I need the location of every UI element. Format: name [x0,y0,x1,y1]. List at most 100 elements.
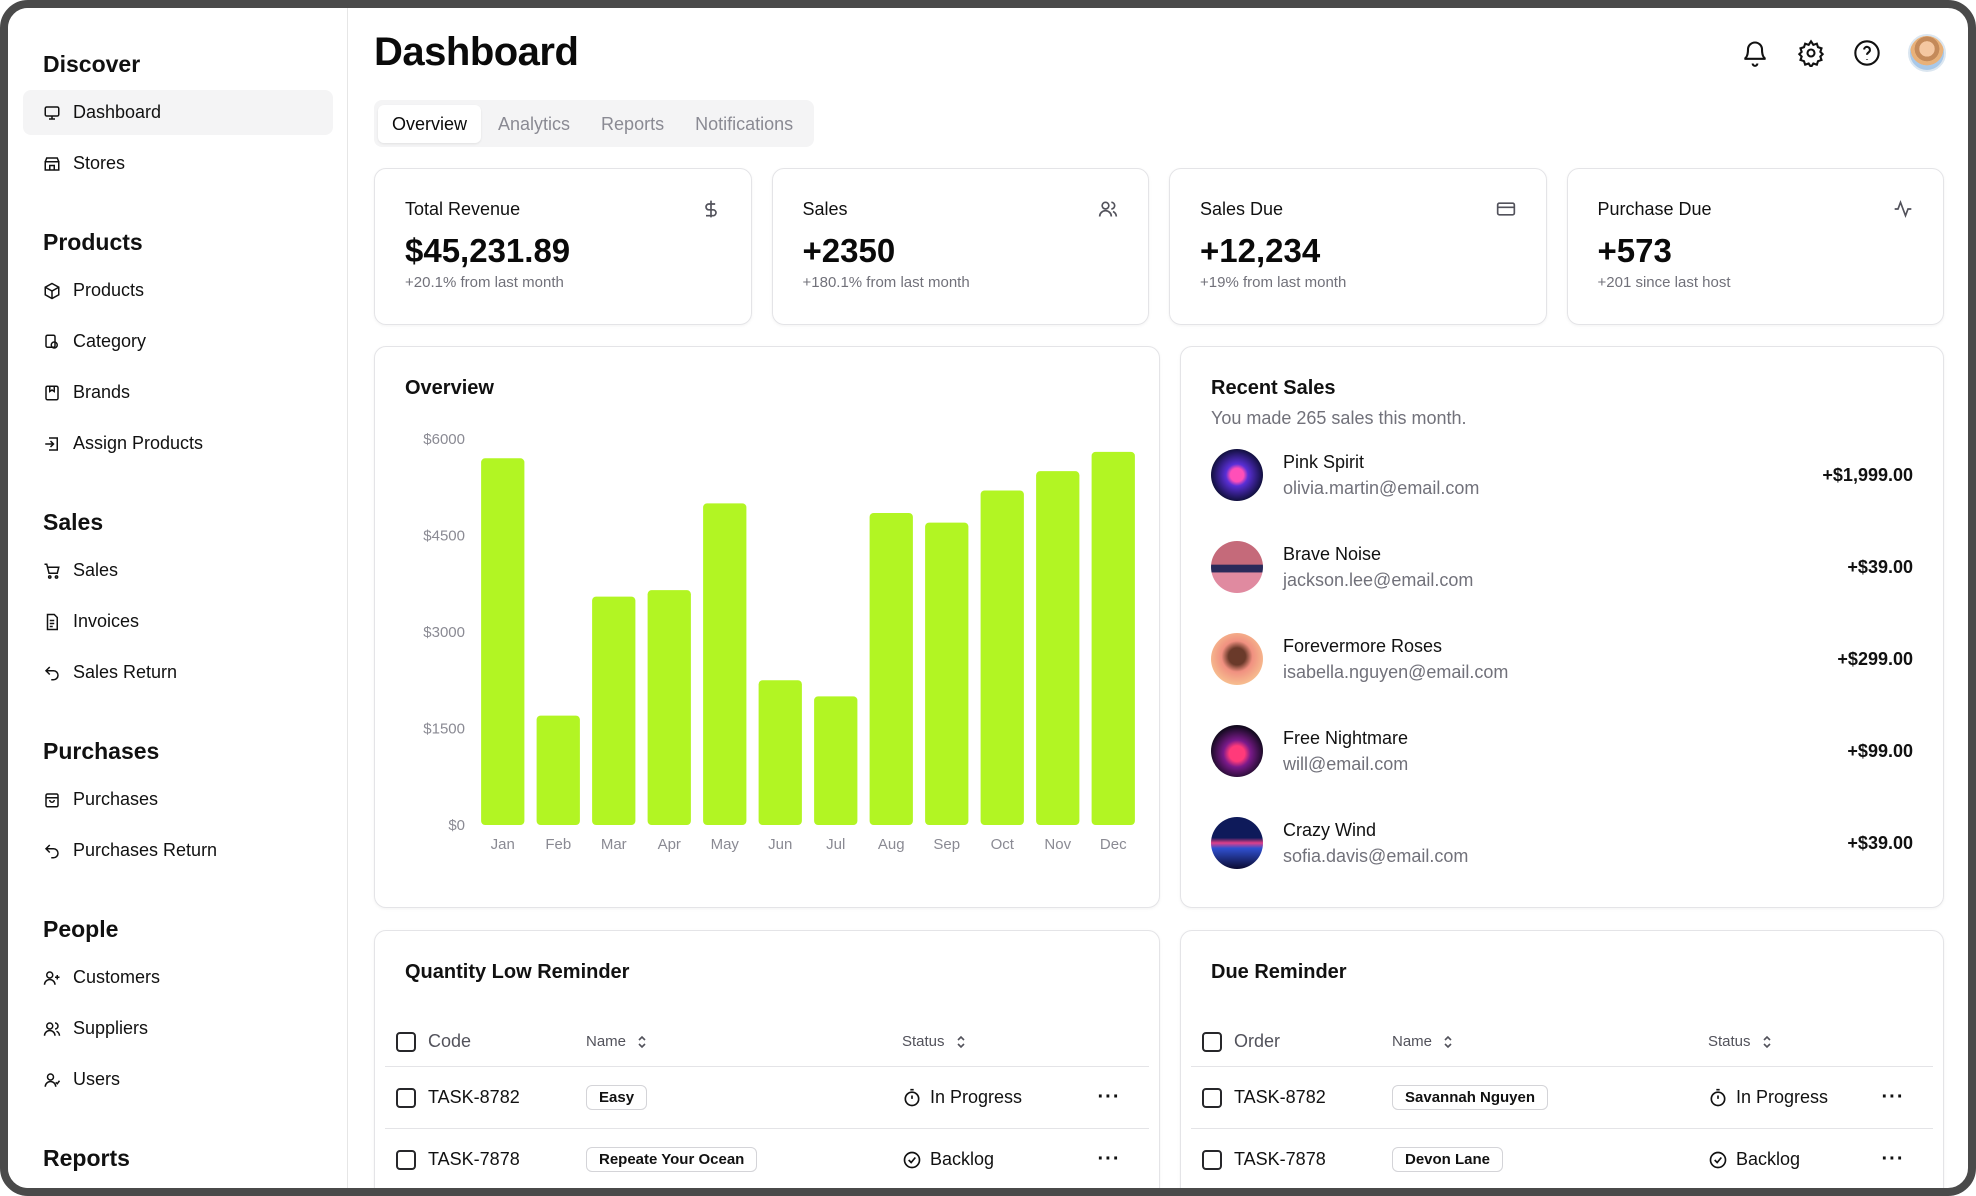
quantity-low-table: Code Name Status TASK-8782 Easy In Progr… [385,1017,1149,1188]
sidebar-group-discover: Discover Dashboard Stores [8,44,347,186]
return-icon [43,664,61,682]
list-item[interactable]: Forevermore Roses isabella.nguyen@email.… [1211,613,1913,705]
sidebar-item-label: Stores [73,153,126,173]
column-header-name[interactable]: Name [1392,1033,1708,1050]
more-options-button[interactable]: ··· [1089,1148,1129,1171]
stat-subtext: +20.1% from last month [405,274,564,291]
sidebar-item-users[interactable]: Users [23,1057,333,1102]
avatar[interactable] [1908,34,1946,72]
sidebar-item-dashboard[interactable]: Dashboard [23,90,333,135]
assign-icon [43,435,61,453]
tab-analytics[interactable]: Analytics [484,105,584,143]
check-circle-icon [1709,1151,1727,1168]
table-row: TASK-7878 Repeate Your Ocean Backlog ··· [385,1129,1149,1188]
sidebar: Discover Dashboard Stores Products Produ… [8,8,348,1188]
sidebar-heading: Discover [43,51,141,77]
sidebar-item-customers[interactable]: Customers [23,955,333,1000]
sidebar-item-purchases[interactable]: Purchases [23,777,333,822]
recent-sales-title: Recent Sales [1211,377,1336,399]
row-checkbox[interactable] [396,1087,416,1108]
bar-jun [758,680,802,825]
y-tick-label: $3000 [423,624,465,641]
sidebar-item-label: Category [73,331,147,351]
select-all-checkbox[interactable] [1202,1031,1222,1052]
bar-jul [814,696,858,825]
sidebar-item-brands[interactable]: Brands [23,370,333,415]
album-art-avatar [1211,449,1263,501]
tab-reports[interactable]: Reports [587,105,678,143]
stat-value: +573 [1597,232,1672,269]
stat-label: Purchase Due [1597,199,1712,219]
bell-icon[interactable] [1740,38,1770,68]
column-header-status[interactable]: Status [902,1033,1149,1050]
sidebar-item-label: Brands [73,382,131,402]
row-checkbox[interactable] [396,1149,416,1170]
sort-icon [1762,1035,1771,1048]
table-row: TASK-7878 Devon Lane Backlog ··· [1191,1129,1933,1188]
user-plus-icon [43,969,61,987]
due-reminder-title: Due Reminder [1211,961,1347,983]
stat-cards: Total Revenue $45,231.89 +20.1% from las… [374,168,1944,325]
invoice-icon [43,613,61,631]
sort-icon [638,1035,646,1048]
select-all-checkbox[interactable] [396,1031,416,1052]
y-tick-label: $4500 [423,528,465,545]
tab-notifications[interactable]: Notifications [681,105,807,143]
row-checkbox[interactable] [1202,1087,1222,1108]
help-icon[interactable] [1852,38,1882,68]
sidebar-item-sales[interactable]: Sales [23,548,333,593]
sidebar-item-label: Assign Products [73,433,204,453]
due-reminder-table: Order Name Status TASK-8782 Savannah Ngu… [1191,1017,1933,1188]
column-header-status[interactable]: Status [1708,1033,1933,1050]
main-content: Dashboard Overview Analytics Reports Not… [348,8,1968,1188]
stat-subtext: +19% from last month [1200,274,1347,291]
sidebar-item-assign-products[interactable]: Assign Products [23,421,333,466]
list-item[interactable]: Free Nightmare will@email.com +$99.00 [1211,705,1913,797]
stat-subtext: +180.1% from last month [802,274,970,291]
gear-icon[interactable] [1796,38,1826,68]
row-checkbox[interactable] [1202,1149,1222,1170]
bar-dec [1091,451,1135,825]
column-header-name[interactable]: Name [586,1033,902,1050]
list-item[interactable]: Crazy Wind sofia.davis@email.com +$39.00 [1211,797,1913,889]
more-options-button[interactable]: ··· [1873,1148,1913,1171]
sidebar-item-stores[interactable]: Stores [23,141,333,186]
dollar-icon [704,200,717,218]
overview-bar-chart: $6000 $4500 $3000 $1500 $0 Jan Feb Mar Apr May Jun… [423,431,1135,853]
stat-value: +2350 [802,232,896,269]
sidebar-group-sales: Sales Sales Invoices Sales Return [8,502,347,695]
column-header-label: Status [902,1033,945,1050]
tab-overview[interactable]: Overview [378,104,482,143]
sidebar-item-invoices[interactable]: Invoices [23,599,333,644]
sidebar-item-sales-return[interactable]: Sales Return [23,650,333,695]
x-tick-label: Mar [601,836,627,853]
stat-label: Sales Due [1200,199,1284,219]
sidebar-item-products[interactable]: Products [23,268,333,313]
stat-card-sales-due: Sales Due +12,234 +19% from last month [1169,168,1547,325]
bar-jan [481,458,525,825]
sidebar-item-suppliers[interactable]: Suppliers [23,1006,333,1051]
sidebar-item-category[interactable]: Category [23,319,333,364]
x-tick-label: Dec [1100,836,1127,853]
users-icon [43,1020,61,1038]
sale-name: Forevermore Roses [1283,635,1443,656]
bar-mar [592,596,636,825]
x-tick-label: Oct [991,836,1015,853]
store-icon [43,155,61,173]
recent-sales-card: Recent Sales You made 265 sales this mon… [1180,346,1944,908]
stat-value: $45,231.89 [405,232,571,269]
more-options-button[interactable]: ··· [1089,1086,1129,1109]
sidebar-item-label: Purchases [73,789,159,809]
list-item[interactable]: Brave Noise jackson.lee@email.com +$39.0… [1211,521,1913,613]
row-order: TASK-8782 [1234,1087,1326,1107]
album-art-avatar [1211,817,1263,869]
stat-label: Total Revenue [405,199,521,219]
bar-feb [536,715,580,825]
sidebar-item-label: Purchases Return [73,840,218,860]
x-tick-label: Aug [878,836,905,853]
sidebar-item-purchases-return[interactable]: Purchases Return [23,828,333,873]
more-options-button[interactable]: ··· [1873,1086,1913,1109]
list-item[interactable]: Pink Spirit olivia.martin@email.com +$1,… [1211,429,1913,521]
row-order: TASK-7878 [1234,1149,1326,1169]
stat-subtext: +201 since last host [1597,274,1731,291]
